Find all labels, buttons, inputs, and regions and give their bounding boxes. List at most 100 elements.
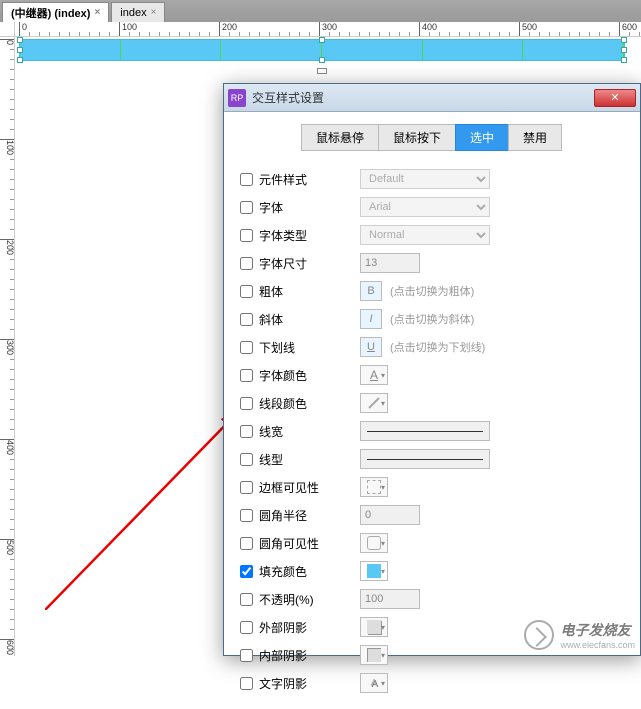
inner-shadow-picker[interactable]: ▾ [360,645,388,665]
italic-toggle[interactable]: I [360,309,382,329]
underline-toggle[interactable]: U [360,337,382,357]
horizontal-ruler: 0100200300400500600 [15,22,641,37]
prop-corner-visibility: 圆角可见性 ▾ [240,529,624,557]
font-type-checkbox[interactable] [240,229,253,242]
resize-handle[interactable] [319,57,325,63]
prop-bold: 粗体 B(点击切换为粗体) [240,277,624,305]
repeater-cell[interactable] [20,40,121,60]
underline-checkbox[interactable] [240,341,253,354]
resize-handle[interactable] [17,47,23,53]
font-select[interactable]: Arial [360,197,490,217]
watermark-icon [524,620,554,650]
resize-handle[interactable] [17,37,23,43]
resize-handle[interactable] [621,57,627,63]
watermark-url: www.elecfans.com [560,640,635,650]
fill-color-picker[interactable]: ▾ [360,561,388,581]
close-icon[interactable]: × [151,7,157,18]
line-width-select[interactable] [360,421,490,441]
ruler-corner [0,22,15,37]
prop-italic: 斜体 I(点击切换为斜体) [240,305,624,333]
outer-shadow-picker[interactable]: ▾ [360,617,388,637]
state-tabs: 鼠标悬停 鼠标按下 选中 禁用 [240,124,624,151]
chevron-down-icon: ▾ [381,679,385,688]
close-icon[interactable]: × [94,7,100,18]
prop-fill-color: 填充颜色 ▾ [240,557,624,585]
chevron-down-icon: ▾ [381,483,385,492]
italic-checkbox[interactable] [240,313,253,326]
bold-checkbox[interactable] [240,285,253,298]
chevron-down-icon: ▾ [381,651,385,660]
border-vis-checkbox[interactable] [240,481,253,494]
line-style-checkbox[interactable] [240,453,253,466]
line-color-picker[interactable]: ▾ [360,393,388,413]
document-tabs: (中继器) (index) × index × [0,0,641,22]
repeater-cell[interactable] [423,40,524,60]
font-size-input[interactable] [360,253,420,273]
dialog-titlebar[interactable]: RP 交互样式设置 ✕ [224,84,640,112]
line-width-checkbox[interactable] [240,425,253,438]
close-button[interactable]: ✕ [594,89,636,107]
prop-line-width: 线宽 [240,417,624,445]
font-checkbox[interactable] [240,201,253,214]
font-color-picker[interactable]: A▾ [360,365,388,385]
corner-vis-picker[interactable]: ▾ [360,533,388,553]
tab-label: (中继器) (index) [11,5,90,21]
font-type-select[interactable]: Normal [360,225,490,245]
watermark: 电子发烧友 www.elecfans.com [524,620,635,650]
outer-shadow-checkbox[interactable] [240,621,253,634]
repeater-cell[interactable] [523,40,624,60]
inner-shadow-checkbox[interactable] [240,649,253,662]
vertical-ruler: 0100200300400500600 [0,37,15,656]
tab-index[interactable]: index × [111,2,165,22]
tab-label: index [120,7,146,19]
chevron-down-icon: ▾ [381,623,385,632]
repeater-widget[interactable] [19,39,625,61]
repeater-cell[interactable] [221,40,322,60]
prop-font-type: 字体类型 Normal [240,221,624,249]
border-vis-picker[interactable]: ▾ [360,477,388,497]
watermark-text: 电子发烧友 [560,622,630,638]
prop-font: 字体 Arial [240,193,624,221]
text-shadow-checkbox[interactable] [240,677,253,690]
prop-underline: 下划线 U(点击切换为下划线) [240,333,624,361]
repeater-cell[interactable] [322,40,423,60]
chevron-down-icon: ▾ [381,399,385,408]
corner-radius-checkbox[interactable] [240,509,253,522]
resize-handle[interactable] [621,47,627,53]
font-color-checkbox[interactable] [240,369,253,382]
chevron-down-icon: ▾ [381,539,385,548]
prop-widget-style: 元件样式 Default [240,165,624,193]
opacity-checkbox[interactable] [240,593,253,606]
tab-selected[interactable]: 选中 [455,124,509,151]
chevron-down-icon: ▾ [381,371,385,380]
chevron-down-icon: ▾ [381,567,385,576]
resize-handle[interactable] [319,37,325,43]
app-icon: RP [228,89,246,107]
prop-line-color: 线段颜色 ▾ [240,389,624,417]
fill-color-checkbox[interactable] [240,565,253,578]
prop-font-color: 字体颜色 A▾ [240,361,624,389]
line-style-select[interactable] [360,449,490,469]
selection-marker[interactable] [317,68,327,74]
corner-vis-checkbox[interactable] [240,537,253,550]
repeater-cell[interactable] [121,40,222,60]
tab-mouseover[interactable]: 鼠标悬停 [301,124,379,151]
prop-font-size: 字体尺寸 [240,249,624,277]
opacity-input[interactable] [360,589,420,609]
widget-style-checkbox[interactable] [240,173,253,186]
pencil-icon [367,396,381,410]
bold-toggle[interactable]: B [360,281,382,301]
widget-style-select[interactable]: Default [360,169,490,189]
font-size-checkbox[interactable] [240,257,253,270]
text-shadow-picker[interactable]: A▾ [360,673,388,693]
corner-radius-input[interactable] [360,505,420,525]
prop-text-shadow: 文字阴影 A▾ [240,669,624,697]
tab-repeater-index[interactable]: (中继器) (index) × [2,2,109,22]
tab-mousedown[interactable]: 鼠标按下 [378,124,456,151]
line-color-checkbox[interactable] [240,397,253,410]
prop-line-style: 线型 [240,445,624,473]
prop-corner-radius: 圆角半径 [240,501,624,529]
resize-handle[interactable] [17,57,23,63]
resize-handle[interactable] [621,37,627,43]
tab-disabled[interactable]: 禁用 [508,124,562,151]
